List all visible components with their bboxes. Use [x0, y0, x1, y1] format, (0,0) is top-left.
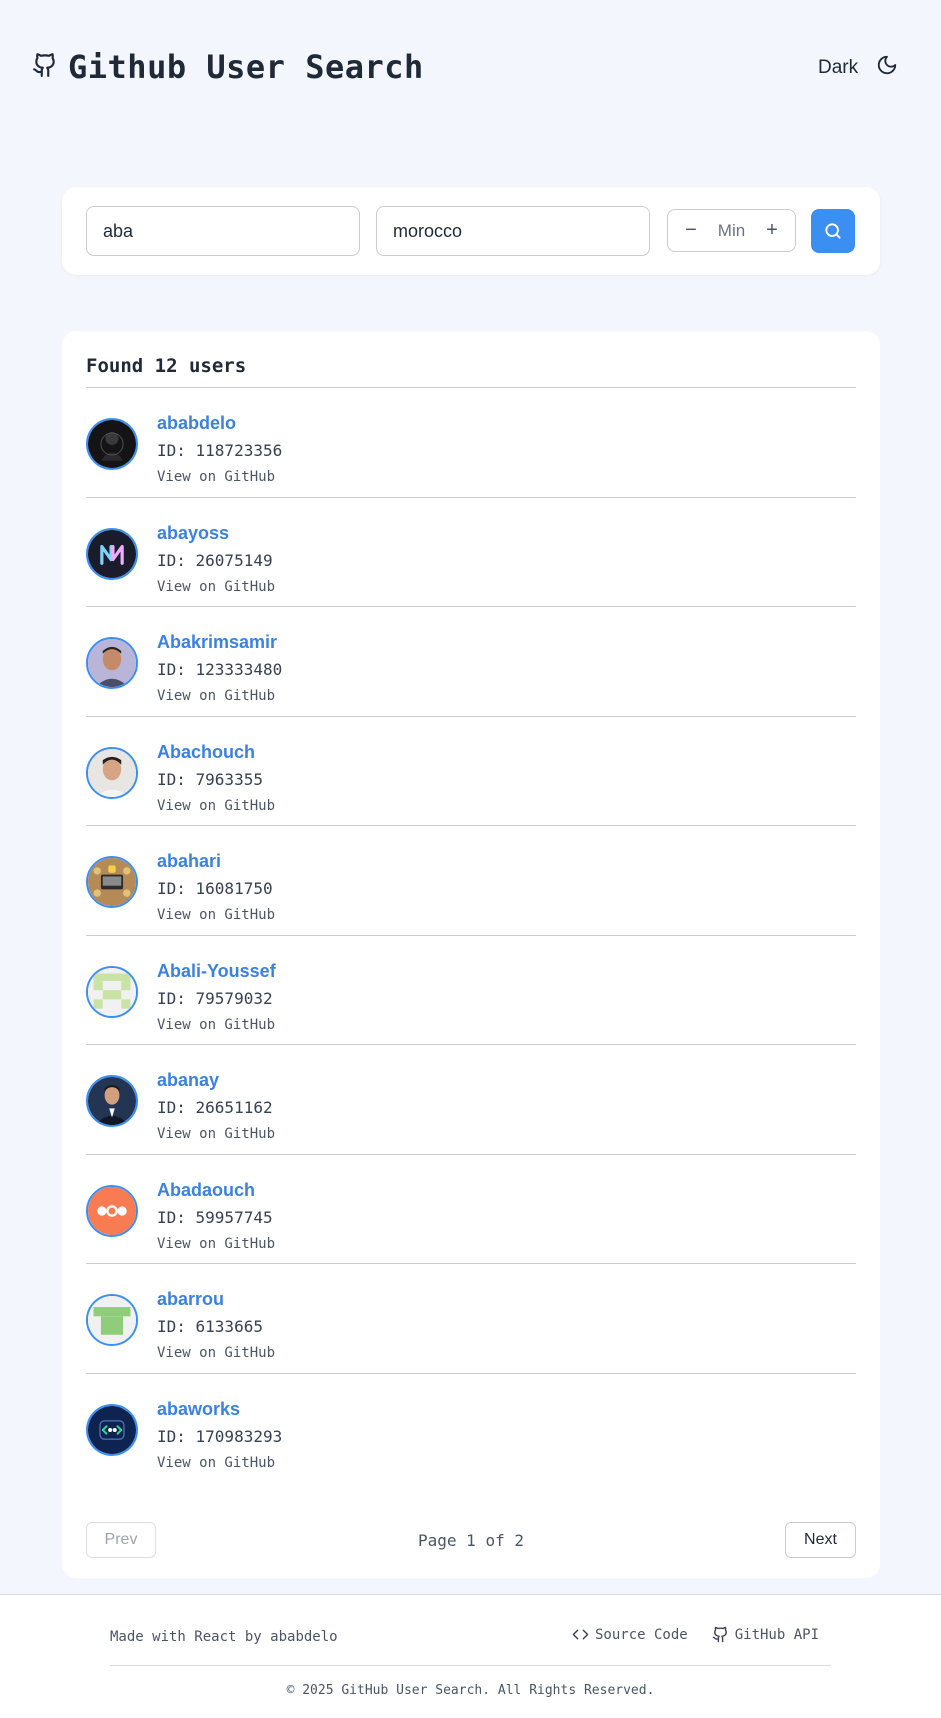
view-on-github-link[interactable]: View on GitHub [157, 1345, 275, 1361]
code-icon [572, 1626, 589, 1643]
page-title: Github User Search [68, 48, 424, 86]
view-on-github-link[interactable]: View on GitHub [157, 798, 275, 814]
github-icon [712, 1626, 729, 1643]
source-code-link[interactable]: Source Code [572, 1626, 688, 1643]
username-link[interactable]: abaworks [157, 1399, 240, 1420]
view-on-github-link[interactable]: View on GitHub [157, 1126, 275, 1142]
view-on-github-link[interactable]: View on GitHub [157, 469, 275, 485]
increment-button[interactable]: + [763, 219, 781, 242]
app-header: Github User Search Dark [0, 0, 941, 140]
username-link[interactable]: ababdelo [157, 413, 236, 434]
list-item: Abadaouch ID: 59957745 View on GitHub [86, 1155, 856, 1264]
footer-credit: Made with React by ababdelo [110, 1629, 338, 1645]
moon-icon [876, 54, 898, 81]
brand: Github User Search [32, 48, 424, 86]
user-id: ID: 26075149 [157, 550, 273, 570]
decrement-button[interactable]: − [682, 219, 700, 242]
theme-toggle-button[interactable]: Dark [818, 54, 898, 81]
user-list: ababdelo ID: 118723356 View on GitHub ab… [86, 388, 856, 1483]
avatar[interactable] [86, 1403, 138, 1456]
avatar[interactable] [86, 1294, 138, 1346]
source-code-label: Source Code [595, 1626, 688, 1643]
list-item: Abakrimsamir ID: 123333480 View on GitHu… [86, 607, 856, 717]
next-page-button[interactable]: Next [785, 1522, 856, 1558]
view-on-github-link[interactable]: View on GitHub [157, 1455, 275, 1471]
user-id: ID: 26651162 [157, 1098, 273, 1117]
avatar[interactable] [86, 746, 138, 799]
view-on-github-link[interactable]: View on GitHub [157, 1017, 275, 1033]
list-item: abahari ID: 16081750 View on GitHub [86, 826, 856, 936]
list-item: Abachouch ID: 7963355 View on GitHub [86, 717, 856, 826]
username-link[interactable]: abayoss [157, 523, 229, 544]
avatar[interactable] [86, 1075, 138, 1127]
list-item: abaworks ID: 170983293 View on GitHub [86, 1374, 856, 1484]
user-id: ID: 6133665 [157, 1317, 263, 1336]
list-item: ababdelo ID: 118723356 View on GitHub [86, 388, 856, 498]
github-api-label: GitHub API [734, 1626, 820, 1643]
username-link[interactable]: Abadaouch [157, 1180, 255, 1201]
results-count: Found 12 users [86, 355, 247, 377]
avatar[interactable] [86, 527, 138, 580]
avatar[interactable] [86, 418, 138, 470]
list-item: abarrou ID: 6133665 View on GitHub [86, 1264, 856, 1374]
view-on-github-link[interactable]: View on GitHub [157, 1236, 275, 1252]
location-input[interactable] [376, 206, 650, 256]
avatar[interactable] [86, 1184, 138, 1237]
user-id: ID: 79579032 [157, 988, 273, 1008]
list-item: abayoss ID: 26075149 View on GitHub [86, 498, 856, 607]
username-link[interactable]: Abali-Youssef [157, 961, 276, 982]
avatar[interactable] [86, 965, 138, 1018]
username-link[interactable]: abarrou [157, 1289, 224, 1310]
username-link[interactable]: abahari [157, 851, 221, 872]
github-icon [32, 51, 58, 84]
view-on-github-link[interactable]: View on GitHub [157, 688, 275, 704]
username-link[interactable]: Abakrimsamir [157, 632, 277, 653]
avatar[interactable] [86, 637, 138, 689]
user-id: ID: 7963355 [157, 769, 263, 789]
username-input[interactable] [86, 206, 360, 256]
footer-links: Source Code GitHub API [572, 1626, 819, 1643]
search-button[interactable] [811, 209, 855, 253]
min-repos-value[interactable]: Min [718, 221, 745, 241]
footer: Made with React by ababdelo Source Code … [0, 1594, 941, 1718]
page-indicator: Page 1 of 2 [418, 1531, 524, 1550]
user-id: ID: 118723356 [157, 441, 283, 460]
user-id: ID: 170983293 [157, 1426, 283, 1446]
divider [110, 1665, 831, 1666]
search-icon [823, 221, 843, 241]
min-repos-stepper: − Min + [667, 209, 796, 252]
view-on-github-link[interactable]: View on GitHub [157, 579, 275, 595]
results-card: Found 12 users ababdelo ID: 118723356 Vi… [62, 331, 880, 1578]
avatar[interactable] [86, 856, 138, 908]
user-id: ID: 16081750 [157, 879, 273, 898]
made-with-text: Made with React by [110, 1629, 262, 1645]
search-card: − Min + [62, 187, 880, 275]
user-id: ID: 59957745 [157, 1207, 273, 1227]
author-link[interactable]: ababdelo [270, 1629, 337, 1645]
username-link[interactable]: abanay [157, 1070, 219, 1091]
theme-label: Dark [818, 56, 859, 78]
view-on-github-link[interactable]: View on GitHub [157, 907, 275, 923]
github-api-link[interactable]: GitHub API [712, 1626, 819, 1643]
list-item: Abali-Youssef ID: 79579032 View on GitHu… [86, 936, 856, 1045]
list-item: abanay ID: 26651162 View on GitHub [86, 1045, 856, 1155]
user-id: ID: 123333480 [157, 660, 283, 679]
username-link[interactable]: Abachouch [157, 742, 255, 763]
copyright-text: © 2025 GitHub User Search. All Rights Re… [286, 1683, 655, 1698]
